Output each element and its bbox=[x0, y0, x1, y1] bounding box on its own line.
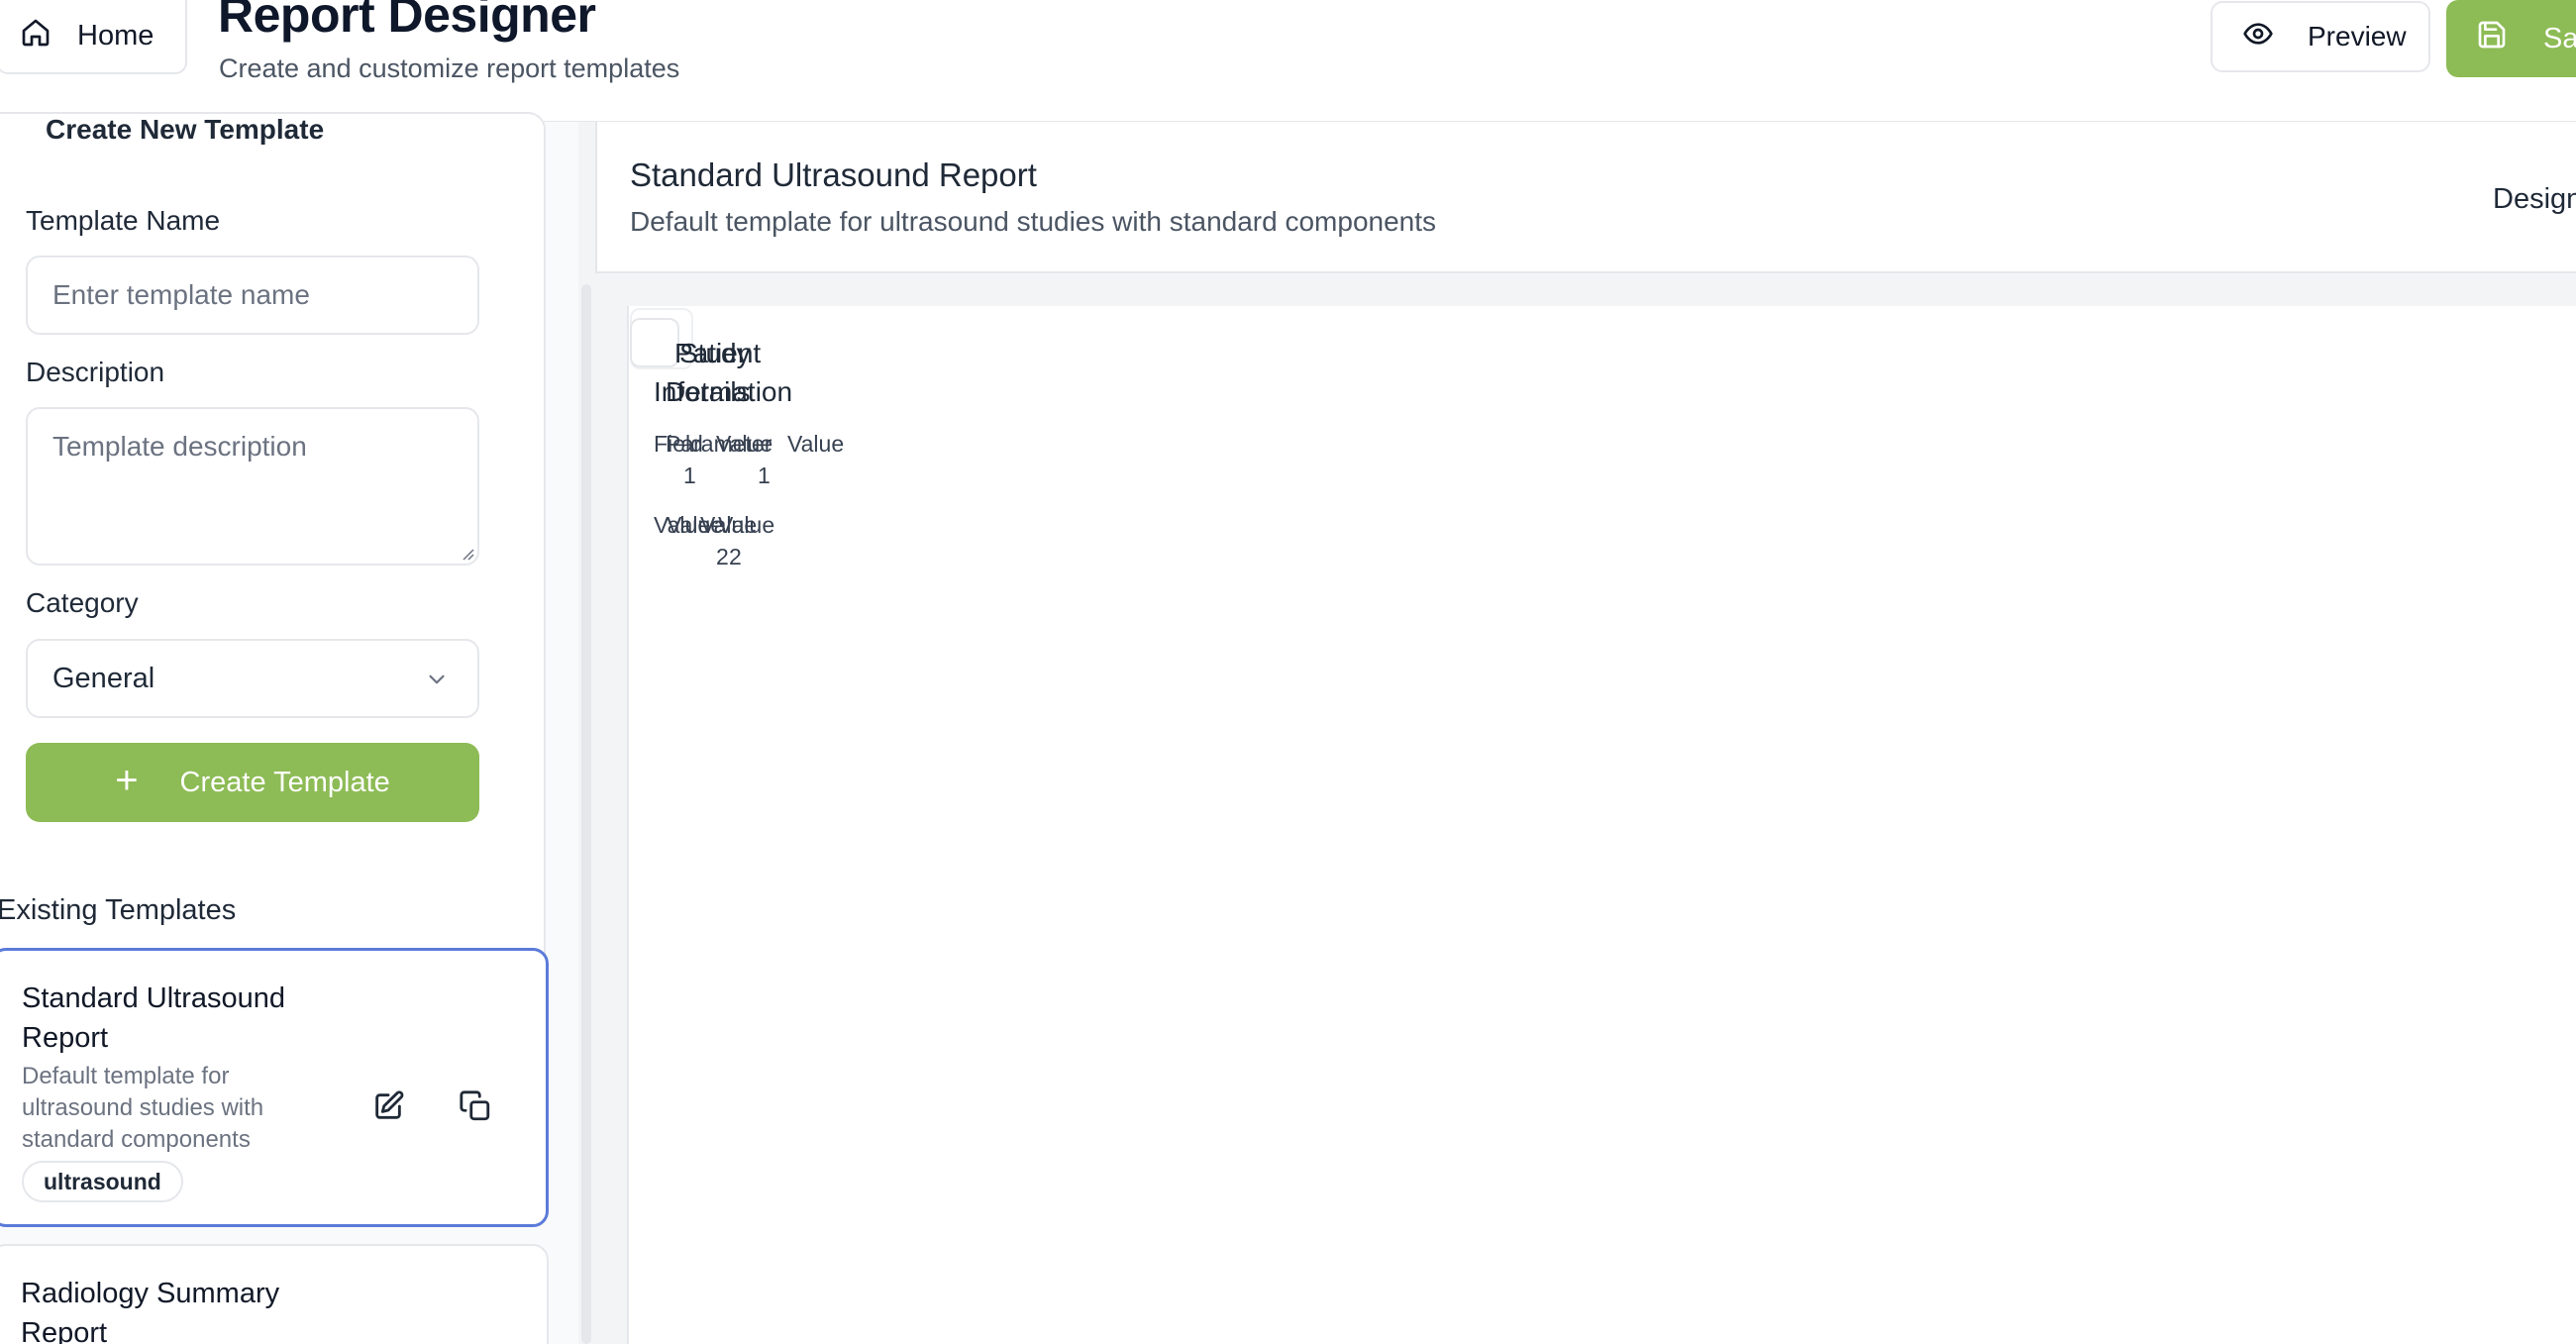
table-cell: 2 bbox=[729, 544, 742, 569]
category-value: General bbox=[52, 662, 155, 694]
create-template-label: Create Template bbox=[179, 766, 390, 798]
table-cell: 1 bbox=[683, 463, 696, 488]
description-textarea[interactable]: Template description bbox=[26, 407, 479, 566]
create-template-card: Create New Template Template Name Enter … bbox=[0, 112, 546, 983]
template-name-input[interactable]: Enter template name bbox=[26, 256, 479, 335]
plus-icon: + bbox=[115, 759, 139, 802]
copy-icon[interactable] bbox=[459, 1089, 492, 1123]
component-title-word: Study bbox=[679, 338, 751, 368]
save-button[interactable]: Sa bbox=[2446, 0, 2576, 77]
page-subtitle: Create and customize report templates bbox=[219, 53, 680, 83]
template-card-description: Default template for ultrasound studies … bbox=[22, 1063, 264, 1153]
home-icon bbox=[20, 17, 52, 56]
canvas-template-title: Standard Ultrasound Report bbox=[630, 156, 1037, 193]
app-header: Home Report Designer Create and customiz… bbox=[0, 0, 2576, 122]
template-card[interactable]: Radiology Summary Report bbox=[0, 1244, 549, 1344]
table-header-field: Parameter bbox=[666, 431, 773, 457]
description-label: Description bbox=[26, 357, 165, 387]
preview-button[interactable]: Preview bbox=[2211, 1, 2430, 72]
save-label: Sa bbox=[2543, 22, 2576, 54]
category-label: Category bbox=[26, 587, 139, 618]
edit-icon[interactable] bbox=[371, 1089, 405, 1123]
canvas-template-description: Default template for ultrasound studies … bbox=[630, 206, 1437, 237]
home-button[interactable]: Home bbox=[0, 0, 187, 74]
sidebar-scroll-thumb[interactable] bbox=[581, 284, 591, 1344]
preview-label: Preview bbox=[2308, 21, 2407, 52]
table-cell: Value bbox=[700, 512, 758, 538]
resize-grip-icon[interactable] bbox=[459, 545, 474, 561]
template-card[interactable]: Standard Ultrasound Report Default templ… bbox=[0, 948, 549, 1227]
table-header-value: Value bbox=[787, 431, 845, 457]
table-cell: 1 bbox=[758, 463, 771, 488]
page-title: Report Designer bbox=[218, 0, 596, 43]
design-mode-tab[interactable]: Design bbox=[2493, 183, 2576, 216]
template-card-name: Radiology Summary Report bbox=[21, 1278, 280, 1344]
component-handle[interactable] bbox=[630, 318, 679, 367]
category-select[interactable]: General bbox=[26, 639, 479, 718]
design-canvas[interactable]: Patient Information Field Value 1 Value … bbox=[627, 306, 2576, 1344]
eye-icon bbox=[2242, 18, 2274, 56]
designer-panel: Standard Ultrasound Report Default templ… bbox=[595, 122, 2576, 1344]
description-placeholder: Template description bbox=[52, 431, 307, 462]
template-card-name: Standard Ultrasound Report bbox=[22, 982, 285, 1054]
chevron-down-icon bbox=[429, 674, 445, 684]
home-label: Home bbox=[77, 20, 155, 52]
template-sidebar: Create New Template Template Name Enter … bbox=[0, 112, 582, 1344]
create-template-heading: Create New Template bbox=[46, 114, 325, 145]
canvas-header: Standard Ultrasound Report Default templ… bbox=[595, 122, 2576, 273]
template-card-tag: ultrasound bbox=[22, 1161, 183, 1202]
save-icon bbox=[2476, 19, 2508, 58]
template-name-label: Template Name bbox=[26, 205, 221, 236]
template-name-placeholder: Enter template name bbox=[52, 279, 310, 310]
table-cell: 2 bbox=[716, 544, 729, 569]
create-template-button[interactable]: + Create Template bbox=[26, 743, 479, 822]
component-title-word: Details bbox=[666, 376, 751, 407]
existing-templates-heading: Existing Templates bbox=[0, 894, 237, 926]
